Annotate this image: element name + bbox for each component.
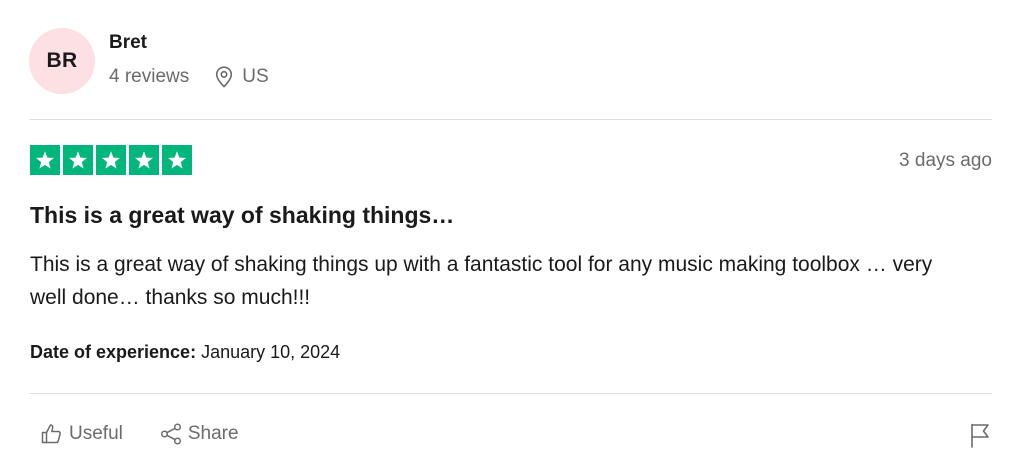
review-body: This is a great way of shaking things up… [30,253,933,309]
star-icon [30,145,60,175]
review-date: 3 days ago [899,150,992,171]
date-of-experience: Date of experience: January 10, 2024 [30,342,340,363]
experience-label: Date of experience: [30,342,197,362]
review-title[interactable]: This is a great way of shaking things… [30,202,454,229]
thumbs-up-icon [40,422,64,446]
star-rating [30,145,192,175]
flag-icon [969,422,991,448]
avatar[interactable]: BR [29,28,95,94]
reviewer-country: US [242,66,269,87]
reviewer-name[interactable]: Bret [109,32,147,54]
useful-label: Useful [69,423,123,444]
star-icon [162,145,192,175]
share-label: Share [187,423,239,444]
report-button[interactable] [969,422,991,448]
header-divider [29,119,992,120]
review-count: 4 reviews [109,66,190,87]
experience-date: January 10, 2024 [201,342,341,362]
footer-divider [29,393,992,394]
star-icon [63,145,93,175]
star-icon [96,145,126,175]
share-icon [159,422,183,446]
reviewer-meta: 4 reviews US [109,64,269,90]
useful-button[interactable]: Useful [40,422,123,446]
avatar-initials: BR [46,49,78,72]
review-card: BR Bret 4 reviews US 3 days ago This is … [0,0,1024,474]
share-button[interactable]: Share [159,422,239,446]
star-icon [129,145,159,175]
location-pin-icon [215,66,233,88]
review-actions: Useful Share [40,422,239,446]
